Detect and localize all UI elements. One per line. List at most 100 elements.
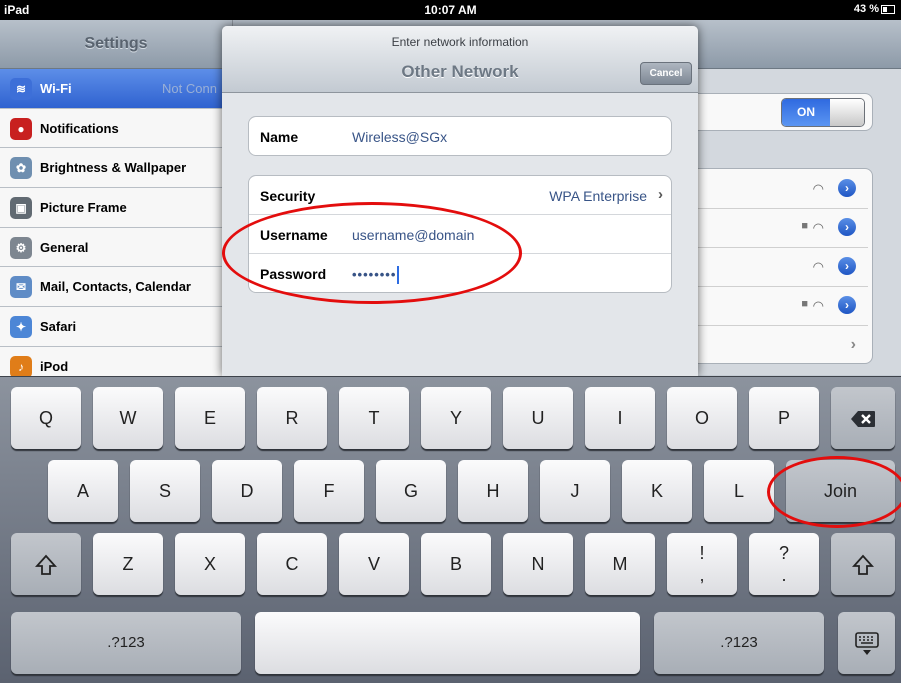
gear-icon: ⚙ [10,236,32,259]
wifi-signal-icon: ◠ [812,181,824,196]
other-network-dialog: Enter network information Other Network … [222,26,698,376]
numbers-key-right[interactable]: .?123 [654,612,824,674]
settings-title: Settings [84,35,148,52]
key-s[interactable]: S [130,460,200,522]
onscreen-keyboard: Q W E R T Y U I O P A S D F G H J K L Jo… [0,376,901,683]
key-c[interactable]: C [257,533,327,595]
wifi-icon: ≋ [10,78,32,100]
backspace-icon [851,411,875,428]
disclosure-icon[interactable]: › [838,257,856,275]
sidebar-item-brightness[interactable]: ✿ Brightness & Wallpaper [0,148,232,189]
network-row[interactable]: ◠ › [698,170,868,209]
mail-icon: ✉ [10,276,32,299]
annotation-oval-join [767,456,901,528]
key-bottom-char: , [699,565,705,585]
sidebar-item-wifi[interactable]: ≋ Wi-Fi Not Conn [0,69,232,109]
key-v[interactable]: V [339,533,409,595]
key-i[interactable]: I [585,387,655,449]
disclosure-icon[interactable]: › [838,179,856,197]
name-field[interactable]: Name Wireless@SGx [249,117,671,155]
notifications-icon: ● [10,117,32,140]
toggle-on-label: ON [782,99,830,126]
key-h[interactable]: H [458,460,528,522]
key-x[interactable]: X [175,533,245,595]
battery-percent: 43 % [853,3,879,15]
backspace-key[interactable] [831,387,895,449]
key-d[interactable]: D [212,460,282,522]
disclosure-icon[interactable]: › [838,296,856,314]
sidebar-item-label: Wi-Fi [40,81,72,96]
key-r[interactable]: R [257,387,327,449]
space-bar[interactable] [255,612,640,674]
network-row[interactable]: ◠ › [698,248,868,287]
shift-right-key[interactable] [831,533,895,595]
picture-frame-icon: ▣ [10,197,32,220]
shift-icon [34,554,58,576]
dialog-header: Enter network information Other Network … [222,26,698,93]
numbers-key-left[interactable]: .?123 [11,612,241,674]
dialog-title: Other Network [401,62,519,81]
network-row[interactable]: ■ ◠ › [698,287,868,326]
key-y[interactable]: Y [421,387,491,449]
hide-keyboard-key[interactable] [838,612,895,674]
settings-list: ≋ Wi-Fi Not Conn ● Notifications ✿ Brigh… [0,69,232,387]
wifi-signal-icon: ◠ [812,298,824,313]
name-group: Name Wireless@SGx [248,116,672,156]
key-bottom-char: . [781,565,787,585]
key-l[interactable]: L [704,460,774,522]
key-j[interactable]: J [540,460,610,522]
toggle-knob [830,99,864,126]
sidebar-item-notifications[interactable]: ● Notifications [0,108,232,149]
sidebar-item-label: Mail, Contacts, Calendar [40,279,191,295]
key-p[interactable]: P [749,387,819,449]
sidebar-item-mail[interactable]: ✉ Mail, Contacts, Calendar [0,267,232,308]
key-a[interactable]: A [48,460,118,522]
cancel-button[interactable]: Cancel [640,62,692,85]
key-exclaim-comma[interactable]: ! , [667,533,737,595]
sidebar-item-label: Picture Frame [40,200,127,216]
name-value[interactable]: Wireless@SGx [352,129,447,145]
sidebar-item-safari[interactable]: ✦ Safari [0,307,232,347]
key-k[interactable]: K [622,460,692,522]
disclosure-icon[interactable]: › [838,218,856,236]
name-label: Name [260,129,299,145]
key-o[interactable]: O [667,387,737,449]
clock: 10:07 AM [424,3,477,17]
chevron-right-icon: › [850,336,856,353]
shift-icon [851,554,875,576]
settings-navbar: Settings [0,20,232,69]
key-f[interactable]: F [294,460,364,522]
shift-left-key[interactable] [11,533,81,595]
key-z[interactable]: Z [93,533,163,595]
key-top-char: ? [778,543,789,563]
network-row[interactable]: ■ ◠ › [698,209,868,248]
key-t[interactable]: T [339,387,409,449]
key-m[interactable]: M [585,533,655,595]
key-b[interactable]: B [421,533,491,595]
dialog-prompt: Enter network information [391,35,529,49]
key-e[interactable]: E [175,387,245,449]
sidebar-item-label: Brightness & Wallpaper [40,160,187,176]
sidebar-item-general[interactable]: ⚙ General [0,227,232,268]
key-q[interactable]: Q [11,387,81,449]
key-g[interactable]: G [376,460,446,522]
other-network-row[interactable]: › [698,326,868,364]
wifi-toggle[interactable]: ON [781,98,865,127]
security-value: WPA Enterprise [549,188,647,204]
chevron-right-icon: › [658,186,663,203]
sidebar-item-label: Notifications [40,120,119,136]
key-w[interactable]: W [93,387,163,449]
compass-icon: ✦ [10,316,32,339]
flower-icon: ✿ [10,157,32,180]
battery-status: 43 % [854,3,895,15]
key-top-char: ! [699,543,705,563]
sidebar-item-label: General [40,239,89,255]
key-u[interactable]: U [503,387,573,449]
key-question-period[interactable]: ? . [749,533,819,595]
battery-icon [881,4,895,14]
wifi-signal-icon: ◠ [812,259,824,274]
key-n[interactable]: N [503,533,573,595]
sidebar-item-picture-frame[interactable]: ▣ Picture Frame [0,188,232,228]
wifi-status: Not Conn [162,81,217,96]
lock-icon: ■ [801,220,808,232]
